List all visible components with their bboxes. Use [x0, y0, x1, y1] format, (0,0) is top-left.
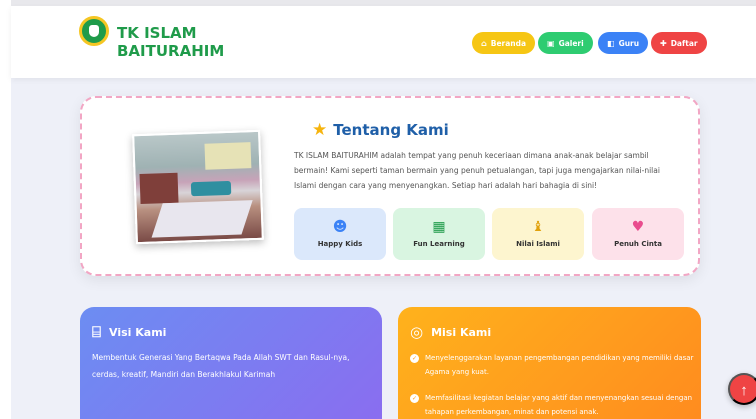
- about-section: ★ Tentang Kami TK ISLAM BAITURAHIM adala…: [80, 96, 700, 276]
- teacher-icon: ◧: [607, 38, 615, 48]
- visi-title-text: Visi Kami: [109, 325, 167, 339]
- feature-penuh-cinta: ♥ Penuh Cinta: [592, 208, 684, 260]
- visi-text: Membentuk Generasi Yang Bertaqwa Pada Al…: [92, 353, 350, 379]
- brand-line-2: BAITURAHIM: [117, 42, 225, 60]
- feature-label: Fun Learning: [413, 240, 465, 248]
- arrow-up-icon: ↑: [740, 382, 748, 399]
- misi-item: ✓ Menyelenggarakan layanan pengembangan …: [410, 351, 694, 379]
- brand-name[interactable]: TK ISLAM BAITURAHIM: [117, 24, 224, 60]
- star-icon: ★: [312, 120, 328, 140]
- feature-label: Penuh Cinta: [614, 240, 662, 248]
- check-icon: ✓: [410, 354, 419, 363]
- visi-card: ⌸ Visi Kami Membentuk Generasi Yang Bert…: [80, 307, 382, 419]
- misi-title-text: Misi Kami: [431, 325, 492, 339]
- photo-table: [190, 180, 232, 197]
- check-icon: ✓: [410, 394, 419, 403]
- navbar: TK ISLAM BAITURAHIM ⌂ Beranda ▣ Galeri ◧…: [11, 6, 756, 78]
- nav-daftar-label: Daftar: [670, 38, 698, 48]
- about-title: ★ Tentang Kami: [312, 120, 449, 140]
- register-icon: ✚: [660, 38, 667, 48]
- home-icon: ⌂: [481, 38, 487, 48]
- nav-guru-label: Guru: [618, 38, 640, 48]
- nav-guru-button[interactable]: ◧ Guru: [598, 32, 649, 54]
- nav-daftar-button[interactable]: ✚ Daftar: [651, 32, 707, 54]
- photo-shelf: [139, 172, 179, 205]
- nav-beranda-label: Beranda: [490, 38, 527, 48]
- feature-happy-kids: ☻ Happy Kids: [294, 208, 386, 260]
- scroll-to-top-button[interactable]: ↑: [728, 373, 756, 405]
- nav-beranda-button[interactable]: ⌂ Beranda: [472, 32, 536, 54]
- photo-floor: [151, 200, 253, 238]
- book-icon: ▦: [432, 219, 446, 235]
- misi-item: ✓ Memfasilitasi kegiatan belajar yang ak…: [410, 391, 694, 419]
- school-logo-icon[interactable]: [79, 16, 109, 46]
- feature-nilai-islami: ♝ Nilai Islami: [492, 208, 584, 260]
- nav-galeri-button[interactable]: ▣ Galeri: [538, 32, 593, 54]
- feature-label: Happy Kids: [317, 240, 363, 248]
- photo-board: [204, 142, 252, 170]
- feature-label: Nilai Islami: [516, 240, 560, 248]
- nav-galeri-label: Galeri: [558, 38, 584, 48]
- binoculars-icon: ⌸: [92, 323, 102, 341]
- heart-icon: ♥: [631, 219, 645, 235]
- left-edge: [0, 0, 11, 419]
- misi-item-text: Memfasilitasi kegiatan belajar yang akti…: [425, 394, 693, 416]
- misi-card: ◎ Misi Kami ✓ Menyelenggarakan layanan p…: [398, 307, 701, 419]
- classroom-photo: [132, 129, 264, 245]
- misi-title: ◎ Misi Kami: [410, 323, 491, 341]
- gallery-icon: ▣: [547, 38, 555, 48]
- visi-title: ⌸ Visi Kami: [92, 323, 166, 341]
- feature-fun-learning: ▦ Fun Learning: [393, 208, 485, 260]
- target-icon: ◎: [410, 323, 424, 341]
- brand-line-1: TK ISLAM: [117, 24, 197, 42]
- misi-item-text: Menyelenggarakan layanan pengembangan pe…: [425, 354, 694, 376]
- pray-icon: ♝: [531, 219, 545, 235]
- smile-icon: ☻: [332, 219, 348, 235]
- about-title-text: Tentang Kami: [333, 121, 449, 139]
- about-description: TK ISLAM BAITURAHIM adalah tempat yang p…: [294, 151, 660, 190]
